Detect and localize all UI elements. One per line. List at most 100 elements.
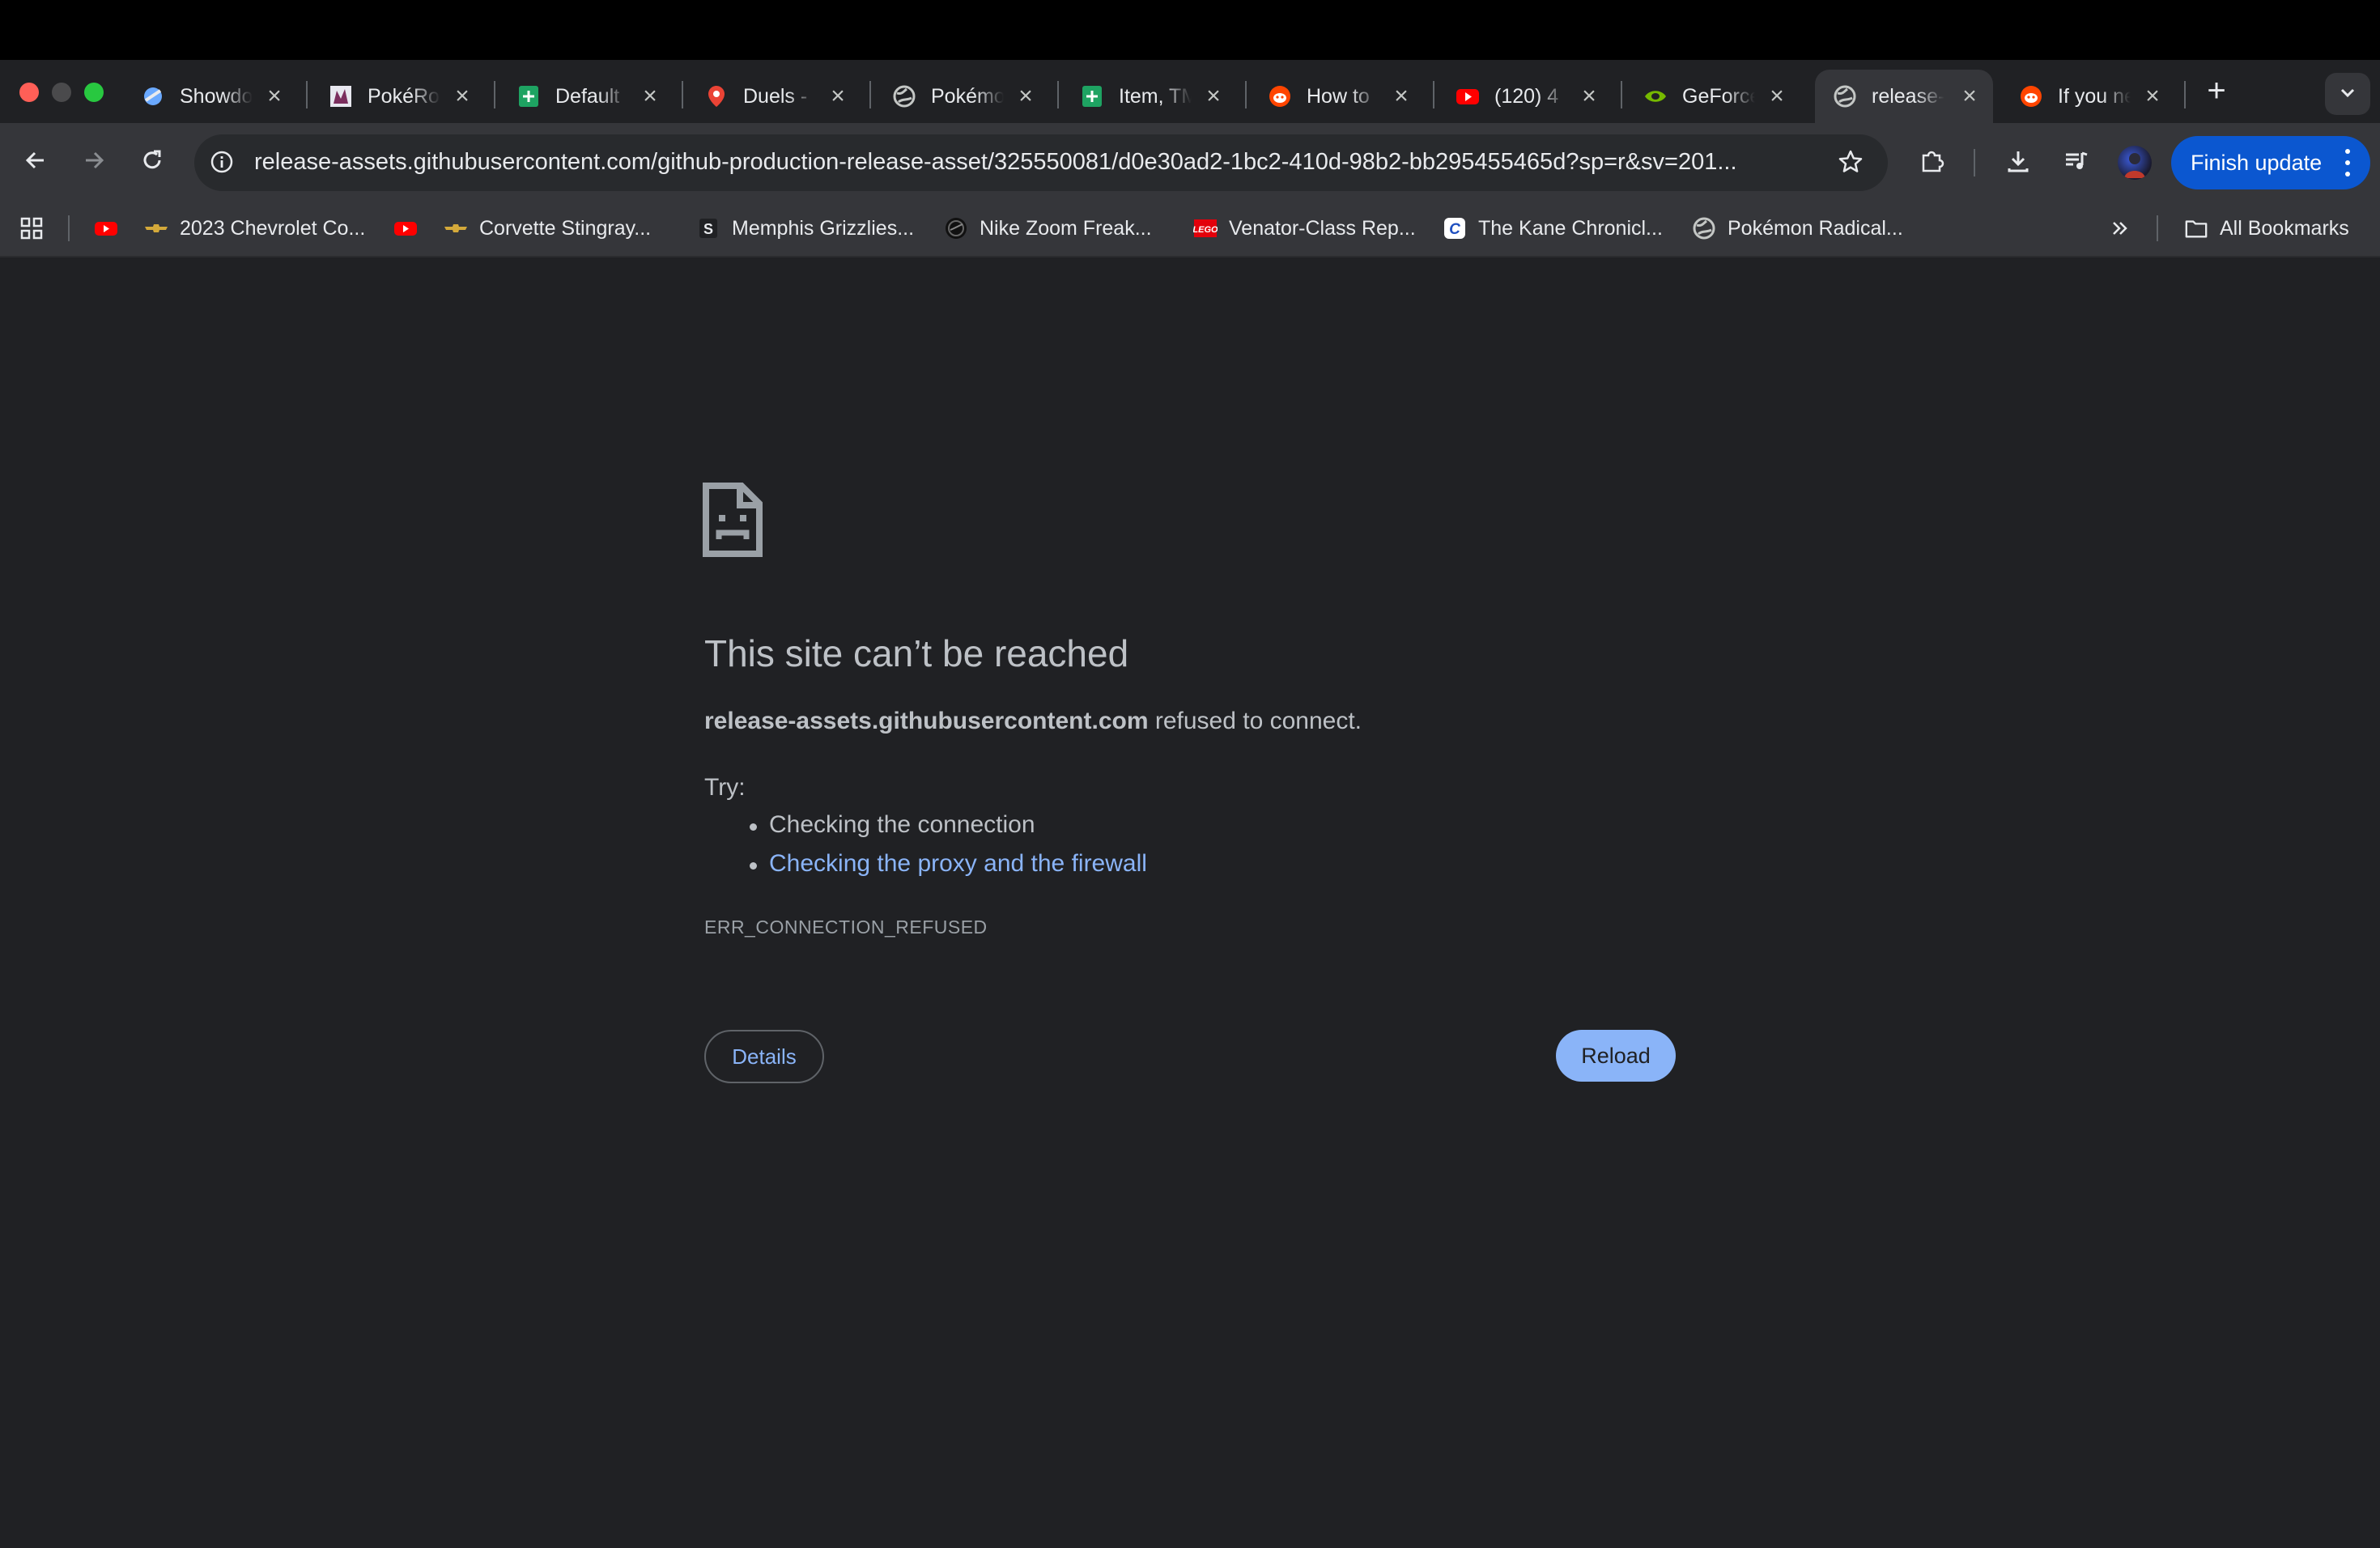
globe-favicon-icon <box>892 84 916 108</box>
window-zoom-button[interactable] <box>84 83 104 102</box>
bookmark-venator[interactable]: LEGO Venator-Class Rep... <box>1193 212 1416 245</box>
error-message-suffix: refused to connect. <box>1148 708 1362 734</box>
bookmark-label: Nike Zoom Freak... <box>980 216 1152 240</box>
new-tab-button[interactable]: + <box>2199 74 2234 110</box>
tab-divider <box>869 81 871 108</box>
youtube-favicon-icon <box>1456 84 1480 108</box>
tab-close-icon[interactable]: × <box>1389 84 1413 108</box>
tab-close-icon[interactable]: × <box>1014 84 1038 108</box>
tab-if-you-ne[interactable]: If you ne × <box>2001 70 2176 123</box>
media-controls-button[interactable] <box>2058 144 2095 181</box>
window-minimize-button[interactable] <box>52 83 71 102</box>
tab-duels[interactable]: Duels - × <box>686 70 861 123</box>
tab-close-icon[interactable]: × <box>2140 84 2165 108</box>
tab-divider <box>494 81 495 108</box>
tab-pokerogue[interactable]: PokéRogue × <box>311 70 486 123</box>
bookmarks-overflow-button[interactable] <box>2108 212 2132 245</box>
tab-close-icon[interactable]: × <box>1765 84 1789 108</box>
tab-title: PokéRogue <box>368 84 440 108</box>
bookmark-memphis-grizzlies[interactable]: S Memphis Grizzlies... <box>696 212 914 245</box>
tab-close-icon[interactable]: × <box>450 84 474 108</box>
url-text[interactable]: release-assets.githubusercontent.com/git… <box>254 149 1817 176</box>
tab-showdown[interactable]: Showdown × <box>123 70 298 123</box>
tab-title: Pokémon <box>931 84 1004 108</box>
playlist-icon <box>2063 147 2090 179</box>
bookmark-kane-chronicles[interactable]: C The Kane Chronicl... <box>1443 212 1663 245</box>
tab-close-icon[interactable]: × <box>1957 84 1982 108</box>
tab-title: Default <box>555 84 620 108</box>
tab-title: How to <box>1307 84 1370 108</box>
sheets-favicon-icon <box>516 84 541 108</box>
bookmark-chevrolet-2023[interactable]: 2023 Chevrolet Co... <box>144 212 365 245</box>
all-bookmarks-label: All Bookmarks <box>2220 216 2349 240</box>
showdown-favicon-icon <box>141 84 165 108</box>
details-button[interactable]: Details <box>704 1030 824 1083</box>
tab-close-icon[interactable]: × <box>826 84 850 108</box>
sad-page-icon <box>703 483 763 557</box>
reload-toolbar-button[interactable] <box>133 142 172 181</box>
tab-geforce[interactable]: GeForce × <box>1626 70 1800 123</box>
nike-icon <box>944 216 968 240</box>
reload-button[interactable]: Reload <box>1556 1030 1676 1082</box>
downloads-button[interactable] <box>2000 144 2037 181</box>
more-vert-icon <box>2344 149 2351 176</box>
bookmarks-divider <box>2157 215 2158 241</box>
tab-default[interactable]: Default × <box>499 70 674 123</box>
arrow-right-icon <box>81 147 107 177</box>
tab-divider <box>306 81 308 108</box>
bookmark-label: 2023 Chevrolet Co... <box>180 216 366 240</box>
profile-avatar[interactable] <box>2118 146 2152 180</box>
bookmark-youtube-2[interactable] <box>393 212 418 245</box>
c-logo-icon: C <box>1443 216 1467 240</box>
tab-close-icon[interactable]: × <box>638 84 662 108</box>
suggestion-check-connection: Checking the connection <box>750 811 1035 838</box>
back-button[interactable] <box>16 142 55 181</box>
tab-search-button[interactable] <box>2325 73 2370 115</box>
youtube-icon <box>393 216 418 240</box>
youtube-icon <box>94 216 118 240</box>
tab-divider <box>1245 81 1247 108</box>
tab-close-icon[interactable]: × <box>1201 84 1226 108</box>
bookmark-label: Memphis Grizzlies... <box>732 216 915 240</box>
maps-pin-favicon-icon <box>704 84 729 108</box>
forward-button[interactable] <box>74 142 113 181</box>
error-host: release-assets.githubusercontent.com <box>704 708 1149 734</box>
finish-update-label: Finish update <box>2191 150 2323 175</box>
apps-button[interactable] <box>19 212 44 245</box>
extensions-button[interactable] <box>1914 144 1951 181</box>
folder-icon <box>2184 216 2208 240</box>
bookmark-corvette[interactable]: Corvette Stingray... <box>444 212 651 245</box>
bookmark-nike-zoom[interactable]: Nike Zoom Freak... <box>944 212 1152 245</box>
bookmark-label: Corvette Stingray... <box>479 216 652 240</box>
window-close-button[interactable] <box>19 83 39 102</box>
arrow-left-icon <box>23 147 49 177</box>
finish-update-button[interactable]: Finish update <box>2171 136 2370 189</box>
tab-item-tm[interactable]: Item, TM × <box>1062 70 1237 123</box>
puzzle-icon <box>1919 147 1946 179</box>
apps-grid-icon <box>19 216 44 240</box>
tab-close-icon[interactable]: × <box>262 84 287 108</box>
double-chevron-right-icon <box>2108 216 2132 240</box>
reddit-favicon-icon <box>2019 84 2043 108</box>
tab-pokemon[interactable]: Pokémon × <box>874 70 1049 123</box>
tab-divider <box>1057 81 1059 108</box>
bookmark-star-button[interactable] <box>1833 146 1868 181</box>
tab-title: (120) 4 <box>1494 84 1559 108</box>
tab-youtube[interactable]: (120) 4 × <box>1438 70 1613 123</box>
svg-text:C: C <box>1449 221 1460 238</box>
site-info-button[interactable] <box>206 147 238 180</box>
tab-title: Showdown <box>180 84 253 108</box>
chevrolet-icon <box>444 216 468 240</box>
lego-icon: LEGO <box>1193 216 1218 240</box>
tab-release-active[interactable]: release- × <box>1815 70 1993 123</box>
info-icon <box>209 149 235 179</box>
bookmark-youtube-1[interactable] <box>94 212 118 245</box>
tab-how-to[interactable]: How to × <box>1250 70 1425 123</box>
s-logo-icon: S <box>696 216 720 240</box>
refresh-icon <box>139 147 165 177</box>
globe-icon <box>1692 216 1716 240</box>
all-bookmarks-button[interactable]: All Bookmarks <box>2184 212 2349 245</box>
bookmark-pokemon-radical[interactable]: Pokémon Radical... <box>1692 212 1903 245</box>
suggestion-check-proxy-link[interactable]: Checking the proxy and the firewall <box>750 850 1147 878</box>
tab-close-icon[interactable]: × <box>1577 84 1601 108</box>
